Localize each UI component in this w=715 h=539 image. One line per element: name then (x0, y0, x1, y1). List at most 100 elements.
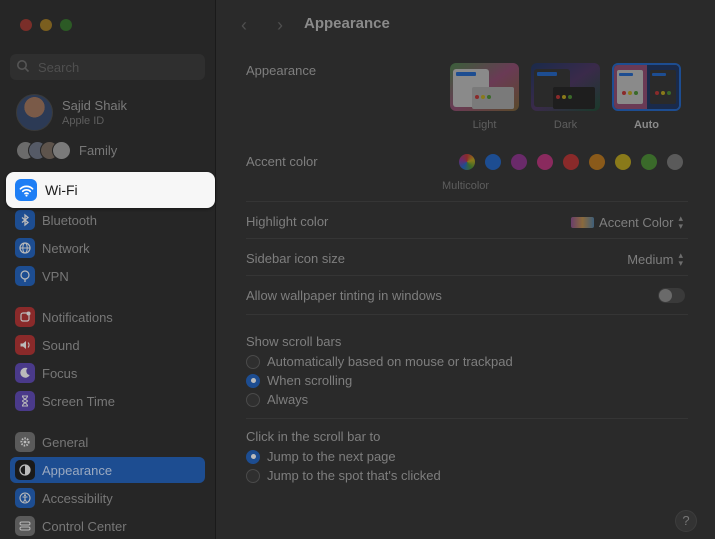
sidebar-item-control-center[interactable]: Control Center (10, 513, 205, 539)
scroll-bars-always-radio[interactable]: Always (246, 392, 308, 407)
accent-color-swatch[interactable] (511, 154, 527, 170)
sidebar-icon-size-label: Sidebar icon size (246, 251, 345, 266)
radio-button[interactable] (246, 392, 260, 407)
sidebar-icon-size-value: Medium (627, 251, 674, 267)
minimize-button[interactable] (40, 19, 52, 31)
close-button[interactable] (20, 19, 32, 31)
forward-button[interactable]: › (270, 15, 290, 35)
updown-chevron-icon: ▴ ▾ (678, 213, 683, 231)
sidebar: Sajid Shaik Apple ID Family Wi-Fi Blueto… (0, 0, 216, 539)
accent-color-swatch[interactable] (641, 154, 657, 170)
search-icon (16, 59, 30, 76)
sidebar-item-general[interactable]: General (10, 429, 205, 455)
sidebar-item-sound[interactable]: Sound (10, 332, 205, 358)
highlight-color-label: Highlight color (246, 214, 329, 229)
sidebar-item-label: General (42, 434, 89, 450)
appearance-icon (15, 460, 35, 480)
sidebar-item-label: Sound (42, 337, 80, 353)
search-field[interactable] (10, 54, 205, 80)
profile-subtitle: Apple ID (62, 115, 105, 127)
sidebar-item-label: Control Center (42, 518, 127, 534)
click-scroll-spot-radio[interactable]: Jump to the spot that's clicked (246, 468, 441, 483)
sidebar-item-label: Wi-Fi (45, 182, 78, 198)
appearance-light-label: Light (472, 119, 497, 131)
scroll-bars-auto-radio[interactable]: Automatically based on mouse or trackpad (246, 354, 513, 369)
sidebar-item-network[interactable]: Network (10, 235, 205, 261)
radio-button[interactable] (246, 449, 260, 464)
radio-label: Automatically based on mouse or trackpad (267, 354, 513, 369)
window-controls (20, 19, 72, 31)
radio-button[interactable] (246, 373, 260, 388)
appearance-light-option[interactable] (450, 63, 519, 111)
sidebar-item-label: Network (42, 240, 90, 256)
wallpaper-tinting-label: Allow wallpaper tinting in windows (246, 288, 442, 303)
divider (246, 418, 688, 419)
hourglass-icon (15, 391, 35, 411)
wallpaper-tinting-toggle[interactable] (658, 288, 685, 303)
zoom-button[interactable] (60, 19, 72, 31)
appearance-auto-option[interactable] (612, 63, 681, 111)
bluetooth-icon (15, 210, 35, 230)
sidebar-item-appearance[interactable]: Appearance (10, 457, 205, 483)
radio-label: When scrolling (267, 373, 353, 388)
avatar (16, 94, 53, 131)
accessibility-icon (15, 488, 35, 508)
scroll-bars-when-scrolling-radio[interactable]: When scrolling (246, 373, 352, 388)
sidebar-item-screen-time[interactable]: Screen Time (10, 388, 205, 414)
sidebar-item-label: Focus (42, 365, 78, 381)
wifi-icon (15, 179, 37, 201)
radio-button[interactable] (246, 354, 260, 369)
divider (246, 275, 688, 276)
highlight-swatch (571, 216, 595, 228)
accent-color-swatch[interactable] (537, 154, 553, 170)
sidebar-item-wifi[interactable]: Wi-Fi (6, 172, 215, 208)
accent-color-swatch[interactable] (589, 154, 605, 170)
accent-color-swatch[interactable] (615, 154, 631, 170)
search-input[interactable] (38, 59, 188, 75)
profile-name: Sajid Shaik (62, 98, 128, 113)
help-button[interactable]: ? (675, 510, 697, 532)
sidebar-item-label: Bluetooth (42, 212, 97, 228)
accent-color-swatch[interactable] (667, 154, 683, 170)
appearance-auto-label: Auto (633, 119, 660, 131)
sidebar-item-vpn[interactable]: VPN (10, 263, 205, 289)
sidebar-item-label: Appearance (42, 462, 113, 478)
sidebar-icon-size-popup[interactable]: Medium ▴ ▾ (627, 251, 683, 268)
apple-id-profile[interactable]: Sajid Shaik Apple ID (16, 94, 127, 131)
bell-icon (15, 307, 35, 327)
divider (246, 314, 688, 315)
sidebar-item-label: Notifications (42, 309, 113, 325)
click-scroll-label: Click in the scroll bar to (246, 429, 381, 444)
sidebar-item-notifications[interactable]: Notifications (10, 304, 205, 330)
highlight-color-popup[interactable]: Accent Color ▴ ▾ (571, 213, 683, 231)
divider (246, 201, 688, 202)
sidebar-item-accessibility[interactable]: Accessibility (10, 485, 205, 511)
divider (246, 238, 688, 239)
vpn-icon (15, 266, 35, 286)
page-title: Appearance (304, 15, 390, 32)
family-label: Family (79, 143, 118, 158)
accent-color-label: Accent color (246, 154, 318, 169)
system-settings-window: Sajid Shaik Apple ID Family Wi-Fi Blueto… (0, 0, 715, 539)
highlight-color-value: Accent Color (599, 214, 674, 230)
scroll-bars-label: Show scroll bars (246, 334, 342, 349)
globe-icon (15, 238, 35, 258)
speaker-icon (15, 335, 35, 355)
accent-color-swatch[interactable] (563, 154, 579, 170)
sidebar-item-label: Accessibility (42, 490, 113, 506)
appearance-dark-label: Dark (553, 119, 578, 131)
control-center-icon (15, 516, 35, 536)
click-scroll-next-page-radio[interactable]: Jump to the next page (246, 449, 396, 464)
sidebar-item-bluetooth[interactable]: Bluetooth (10, 207, 205, 233)
appearance-label: Appearance (246, 63, 317, 78)
appearance-dark-option[interactable] (531, 63, 600, 111)
sidebar-item-focus[interactable]: Focus (10, 360, 205, 386)
family-item[interactable]: Family (16, 141, 117, 160)
radio-button[interactable] (246, 468, 260, 483)
sidebar-item-label: Screen Time (42, 393, 115, 409)
family-avatars (16, 141, 71, 160)
radio-label: Jump to the spot that's clicked (267, 468, 441, 483)
accent-color-swatch[interactable] (485, 154, 501, 170)
accent-multicolor-swatch[interactable] (459, 154, 475, 170)
back-button[interactable]: ‹ (234, 15, 254, 35)
